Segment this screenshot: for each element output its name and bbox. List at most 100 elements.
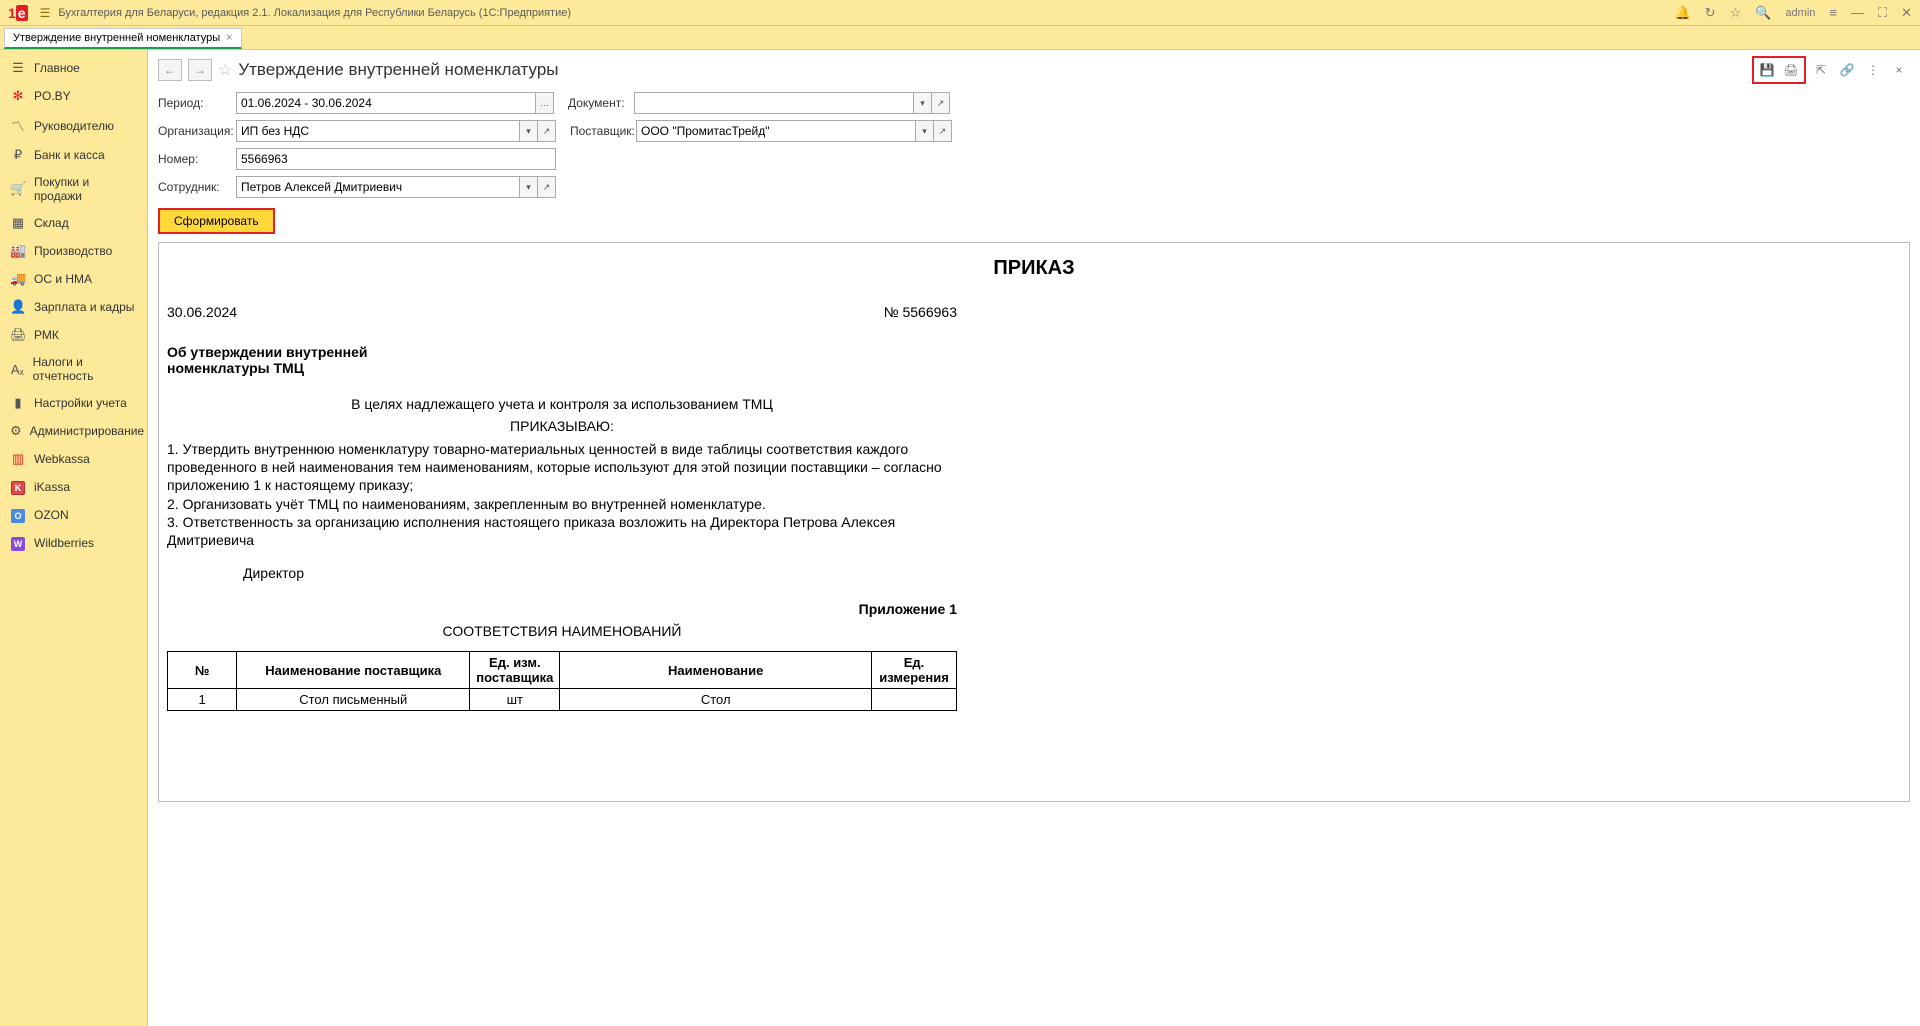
report-order-word: ПРИКАЗЫВАЮ: [167, 418, 957, 434]
more-icon[interactable]: ⋮ [1862, 60, 1884, 80]
minimize-icon[interactable]: — [1851, 5, 1864, 20]
logo-1c: 1e [8, 5, 28, 21]
number-label: Номер: [158, 152, 230, 166]
col-supplier-name: Наименование поставщика [237, 652, 470, 689]
report-director: Директор [243, 565, 1901, 581]
close-content-icon[interactable]: × [1888, 60, 1910, 80]
save-icon[interactable]: 💾 [1756, 60, 1778, 80]
employee-open-button[interactable]: ↗ [538, 176, 556, 198]
sidebar: ☰Главное ✻PO.BY 〽Руководителю ₽Банк и ка… [0, 50, 148, 1026]
supplier-label: Поставщик: [570, 124, 630, 138]
report-body-3: 3. Ответственность за организацию исполн… [167, 513, 957, 549]
search-icon[interactable]: 🔍 [1755, 5, 1771, 21]
sidebar-item-poby[interactable]: ✻PO.BY [0, 82, 147, 110]
report-document: ПРИКАЗ 30.06.2024 № 5566963 Об утвержден… [158, 242, 1910, 802]
webkassa-icon: ▥ [10, 451, 26, 467]
col-num: № [168, 652, 237, 689]
user-label[interactable]: admin [1785, 7, 1815, 19]
document-dropdown-button[interactable]: ▾ [914, 92, 932, 114]
tabbar: Утверждение внутренней номенклатуры × [0, 26, 1920, 50]
book-icon: ▮ [10, 395, 26, 411]
sidebar-item-main[interactable]: ☰Главное [0, 54, 147, 82]
link-icon[interactable]: 🔗 [1836, 60, 1858, 80]
sidebar-item-ozon[interactable]: OOZON [0, 501, 147, 529]
org-label: Организация: [158, 124, 230, 138]
close-window-icon[interactable]: ✕ [1901, 5, 1912, 21]
sidebar-item-ikassa[interactable]: KiKassa [0, 473, 147, 501]
report-title: ПРИКАЗ [167, 257, 1901, 280]
report-attachment: Приложение 1 [167, 601, 957, 617]
content-area: ← → ☆ Утверждение внутренней номенклатур… [148, 50, 1920, 1026]
page-title: Утверждение внутренней номенклатуры [238, 60, 558, 80]
maximize-icon[interactable]: ⛶ [1878, 5, 1887, 21]
sidebar-item-os[interactable]: 🚚ОС и НМА [0, 265, 147, 293]
person-icon: 👤 [10, 299, 26, 315]
titlebar: 1e ☰ Бухгалтерия для Беларуси, редакция … [0, 0, 1920, 26]
back-button[interactable]: ← [158, 59, 182, 81]
col-name: Наименование [560, 652, 872, 689]
star-icon[interactable]: ☆ [1730, 5, 1742, 21]
save-print-group: 💾 🖨 [1752, 56, 1806, 84]
print-icon[interactable]: 🖨 [1780, 60, 1802, 80]
report-attachment-title: СООТВЕТСТВИЯ НАИМЕНОВАНИЙ [167, 623, 957, 639]
history-icon[interactable]: ↻ [1705, 5, 1716, 21]
employee-dropdown-button[interactable]: ▾ [520, 176, 538, 198]
tab-active[interactable]: Утверждение внутренней номенклатуры × [4, 28, 242, 49]
sidebar-item-production[interactable]: 🏭Производство [0, 237, 147, 265]
correspondence-table: № Наименование поставщика Ед. изм. поста… [167, 651, 957, 711]
settings-icon[interactable]: ≡ [1829, 5, 1837, 20]
supplier-input[interactable] [636, 120, 916, 142]
tab-close-icon[interactable]: × [226, 32, 232, 44]
period-picker-button[interactable]: … [536, 92, 554, 114]
document-label: Документ: [568, 96, 628, 110]
number-input[interactable] [236, 148, 556, 170]
org-input[interactable] [236, 120, 520, 142]
org-dropdown-button[interactable]: ▾ [520, 120, 538, 142]
wildberries-icon: W [10, 535, 26, 551]
report-subject: Об утверждении внутренней номенклатуры Т… [167, 344, 387, 376]
col-unit: Ед. измерения [872, 652, 957, 689]
app-title: Бухгалтерия для Беларуси, редакция 2.1. … [58, 7, 571, 19]
sidebar-item-sales[interactable]: 🛒Покупки и продажи [0, 169, 147, 209]
employee-input[interactable] [236, 176, 520, 198]
ikassa-icon: K [10, 479, 26, 495]
document-open-button[interactable]: ↗ [932, 92, 950, 114]
sidebar-item-wildberries[interactable]: WWildberries [0, 529, 147, 557]
period-input[interactable] [236, 92, 536, 114]
sidebar-item-salary[interactable]: 👤Зарплата и кадры [0, 293, 147, 321]
sidebar-item-settings[interactable]: ▮Настройки учета [0, 389, 147, 417]
truck-icon: 🚚 [10, 271, 26, 287]
org-open-button[interactable]: ↗ [538, 120, 556, 142]
forward-button[interactable]: → [188, 59, 212, 81]
generate-button[interactable]: Сформировать [158, 208, 275, 234]
employee-label: Сотрудник: [158, 180, 230, 194]
export-icon[interactable]: ⇱ [1810, 60, 1832, 80]
report-intro: В целях надлежащего учета и контроля за … [167, 396, 957, 412]
register-icon: 🖨 [10, 327, 26, 343]
poby-icon: ✻ [10, 88, 26, 104]
bell-icon[interactable]: 🔔 [1674, 5, 1690, 21]
report-date: 30.06.2024 [167, 304, 237, 320]
list-icon: ☰ [10, 60, 26, 76]
table-row: 1 Стол письменный шт Стол [168, 689, 957, 711]
cart-icon: 🛒 [10, 181, 26, 197]
boxes-icon: ▦ [10, 215, 26, 231]
favorite-icon[interactable]: ☆ [218, 60, 232, 80]
tab-label: Утверждение внутренней номенклатуры [13, 32, 220, 44]
col-supplier-unit: Ед. изм. поставщика [470, 652, 560, 689]
report-number: № 5566963 [884, 304, 957, 320]
sidebar-item-warehouse[interactable]: ▦Склад [0, 209, 147, 237]
document-input[interactable] [634, 92, 914, 114]
sidebar-item-bank[interactable]: ₽Банк и касса [0, 141, 147, 169]
sidebar-item-admin[interactable]: ⚙Администрирование [0, 417, 147, 445]
report-body-2: 2. Организовать учёт ТМЦ по наименования… [167, 495, 957, 513]
supplier-dropdown-button[interactable]: ▾ [916, 120, 934, 142]
menu-icon[interactable]: ☰ [40, 6, 51, 20]
sidebar-item-manager[interactable]: 〽Руководителю [0, 110, 147, 141]
sidebar-item-rmk[interactable]: 🖨РМК [0, 321, 147, 349]
ruble-icon: ₽ [10, 147, 26, 163]
sidebar-item-webkassa[interactable]: ▥Webkassa [0, 445, 147, 473]
ozon-icon: O [10, 507, 26, 523]
supplier-open-button[interactable]: ↗ [934, 120, 952, 142]
sidebar-item-taxes[interactable]: AₓНалоги и отчетность [0, 349, 147, 389]
